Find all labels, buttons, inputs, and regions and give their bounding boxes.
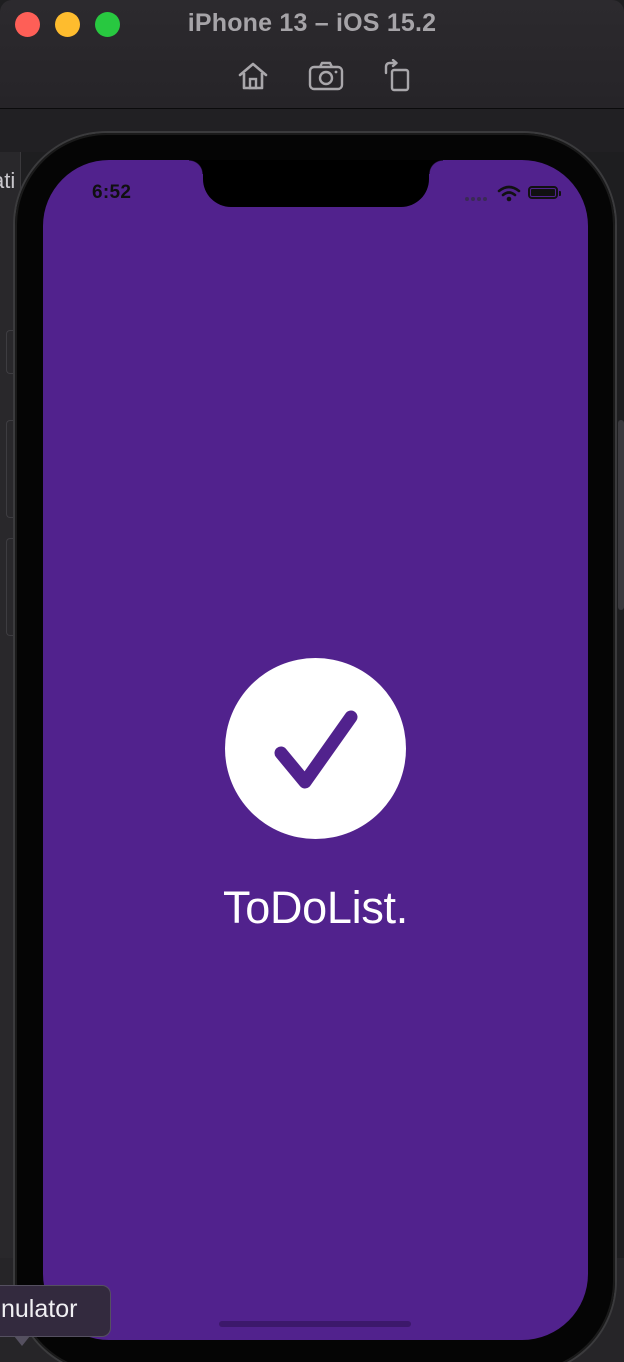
home-icon — [238, 62, 268, 90]
rotate-icon — [384, 59, 410, 92]
device-screen[interactable]: 6:52 ToDoList. — [43, 160, 588, 1340]
tooltip-text: nulator — [1, 1295, 78, 1323]
simulator-title-bar: iPhone 13 – iOS 15.2 — [0, 0, 624, 109]
camera-icon — [308, 61, 344, 91]
checkmark-circle-icon — [274, 710, 358, 789]
cellular-dots-icon — [465, 197, 487, 201]
simulator-screenshot: ati iPhone 13 – iOS 15.2 — [0, 0, 624, 1362]
window-title: iPhone 13 – iOS 15.2 — [187, 9, 437, 37]
status-bar-time: 6:52 — [92, 182, 132, 203]
home-button[interactable] — [233, 56, 273, 96]
background-partial-label: ati — [0, 168, 16, 193]
background-scrollbar[interactable] — [618, 420, 624, 610]
device-notch — [189, 160, 443, 207]
screenshot-button[interactable] — [306, 56, 346, 96]
app-name-label: ToDoList. — [223, 882, 408, 933]
rotate-button[interactable] — [377, 56, 417, 96]
status-bar-icons — [463, 184, 563, 204]
battery-icon — [528, 186, 558, 199]
app-logo — [225, 658, 406, 839]
tooltip-arrow — [14, 1336, 30, 1346]
wifi-icon — [497, 185, 521, 202]
simulator-tooltip: nulator — [0, 1285, 111, 1337]
home-indicator[interactable] — [219, 1321, 411, 1327]
battery-cap — [559, 191, 561, 196]
